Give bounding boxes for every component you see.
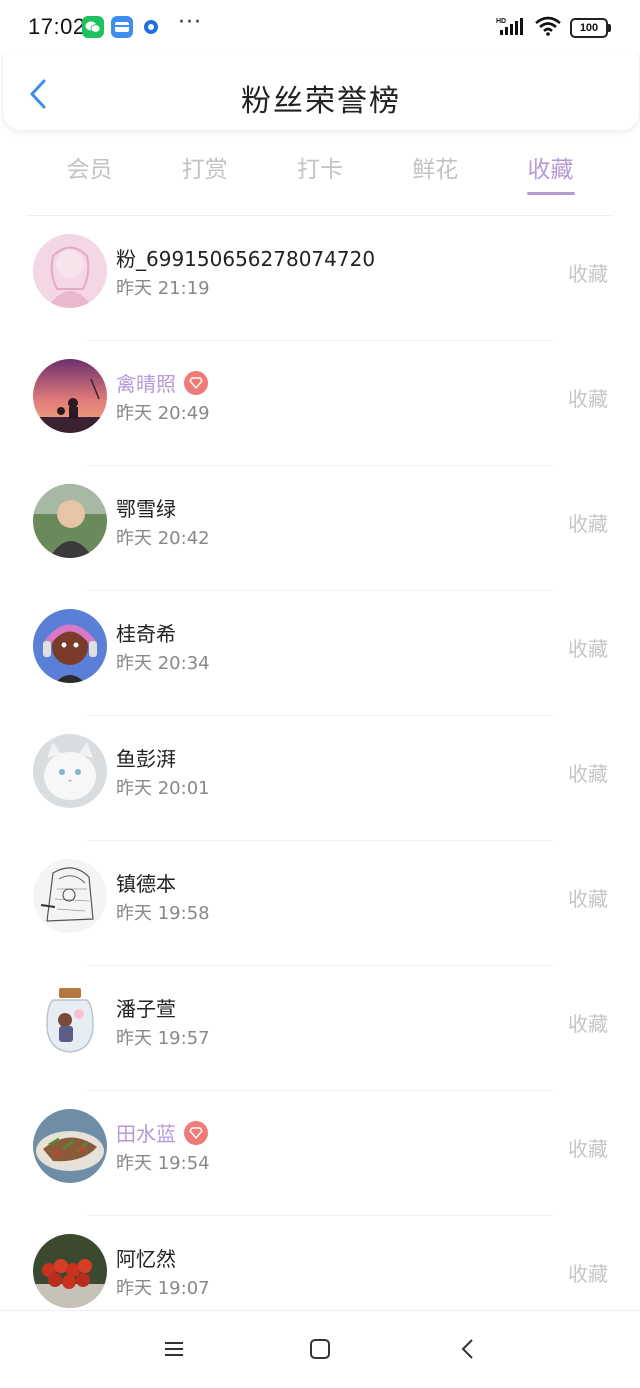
diamond-icon [184,370,208,395]
avatar[interactable] [33,984,107,1058]
fan-time: 昨天 19:54 [116,1153,210,1174]
fan-list: 粉_699150656278074720 昨天 21:19 收藏 禽晴照 昨天 … [0,216,640,1341]
header: 粉丝荣誉榜 [2,54,640,131]
action-label: 收藏 [568,887,608,911]
fan-time: 昨天 19:57 [116,1028,210,1049]
fan-time: 昨天 20:01 [116,778,210,799]
action-label: 收藏 [568,762,608,786]
fan-name-text: 阿忆然 [116,1247,176,1271]
list-item[interactable]: 镇德本 昨天 19:58 收藏 [0,841,640,966]
fan-name: 潘子萱 [116,993,176,1022]
tab-bar: 会员 打赏 打卡 鲜花 收藏 [32,140,608,200]
system-nav-bar [0,1310,640,1388]
tab-reward[interactable]: 打赏 [147,140,262,200]
menu-button[interactable] [162,1337,186,1361]
tab-label: 打卡 [297,157,343,183]
action-label: 收藏 [568,1262,608,1286]
avatar[interactable] [33,859,107,933]
back-arrow-icon [461,1339,473,1359]
list-item[interactable]: 鱼彭湃 昨天 20:01 收藏 [0,716,640,841]
fan-name: 镇德本 [116,868,176,897]
status-bar: 17:02 ··· HD 100 [0,0,640,58]
action-label: 收藏 [568,1012,608,1036]
signal-icon: HD [496,16,526,40]
fan-name-text: 粉_699150656278074720 [116,247,376,271]
diamond-icon [184,1120,208,1145]
status-system-icons: HD 100 [496,16,611,40]
fan-name: 鄂雪绿 [116,493,176,522]
tab-checkin[interactable]: 打卡 [263,140,378,200]
action-label: 收藏 [568,1137,608,1161]
avatar[interactable] [33,734,107,808]
wifi-icon [534,16,562,40]
tab-label: 鲜花 [412,157,459,183]
page-title: 粉丝荣誉榜 [241,84,401,119]
battery-icon: 100 [570,18,611,38]
tab-favorites[interactable]: 收藏 [493,140,608,200]
status-notification-icons [82,16,162,38]
fan-name: 禽晴照 [116,368,208,397]
status-time: 17:02 [28,14,86,39]
fan-time: 昨天 19:58 [116,903,210,924]
fan-name: 桂奇希 [116,618,176,647]
fan-name-text: 田水蓝 [116,1122,176,1146]
avatar[interactable] [33,609,107,683]
avatar[interactable] [33,234,107,308]
active-tab-indicator [527,192,575,195]
wallet-icon [111,16,133,38]
avatar[interactable] [33,359,107,433]
fan-name: 阿忆然 [116,1243,176,1272]
avatar[interactable] [33,484,107,558]
menu-icon [165,1342,183,1356]
svg-text:HD: HD [496,18,506,25]
list-item[interactable]: 禽晴照 昨天 20:49 收藏 [0,341,640,466]
list-item[interactable]: 潘子萱 昨天 19:57 收藏 [0,966,640,1091]
action-label: 收藏 [568,512,608,536]
tab-membership[interactable]: 会员 [32,140,147,200]
fan-name: 鱼彭湃 [116,743,176,772]
wechat-icon [82,16,104,38]
tab-label: 会员 [66,157,113,183]
fan-name-text: 桂奇希 [116,622,176,646]
list-item[interactable]: 田水蓝 昨天 19:54 收藏 [0,1091,640,1216]
home-square-icon [310,1339,330,1359]
fan-name: 粉_699150656278074720 [116,243,375,272]
action-label: 收藏 [568,387,608,411]
fan-name-text: 鄂雪绿 [116,497,176,521]
list-item[interactable]: 粉_699150656278074720 昨天 21:19 收藏 [0,216,640,341]
tab-label: 收藏 [527,157,574,183]
fan-time: 昨天 19:07 [116,1278,210,1299]
avatar[interactable] [33,1234,107,1308]
fan-time: 昨天 21:19 [116,278,210,299]
fan-name-text: 镇德本 [116,872,176,896]
status-more-icon: ··· [178,10,202,35]
fan-name-text: 潘子萱 [116,997,176,1021]
fan-time: 昨天 20:34 [116,653,210,674]
list-item[interactable]: 鄂雪绿 昨天 20:42 收藏 [0,466,640,591]
home-button[interactable] [308,1337,332,1361]
fan-time: 昨天 20:42 [116,528,210,549]
tab-flowers[interactable]: 鲜花 [378,140,493,200]
action-label: 收藏 [568,637,608,661]
fan-time: 昨天 20:49 [116,403,210,424]
fan-name-text: 鱼彭湃 [116,747,176,771]
fan-name: 田水蓝 [116,1118,208,1147]
fan-name-text: 禽晴照 [116,372,176,396]
circle-app-icon [140,16,162,38]
avatar[interactable] [33,1109,107,1183]
system-back-button[interactable] [456,1337,480,1361]
action-label: 收藏 [568,262,608,286]
tab-label: 打赏 [181,157,228,183]
list-item[interactable]: 桂奇希 昨天 20:34 收藏 [0,591,640,716]
